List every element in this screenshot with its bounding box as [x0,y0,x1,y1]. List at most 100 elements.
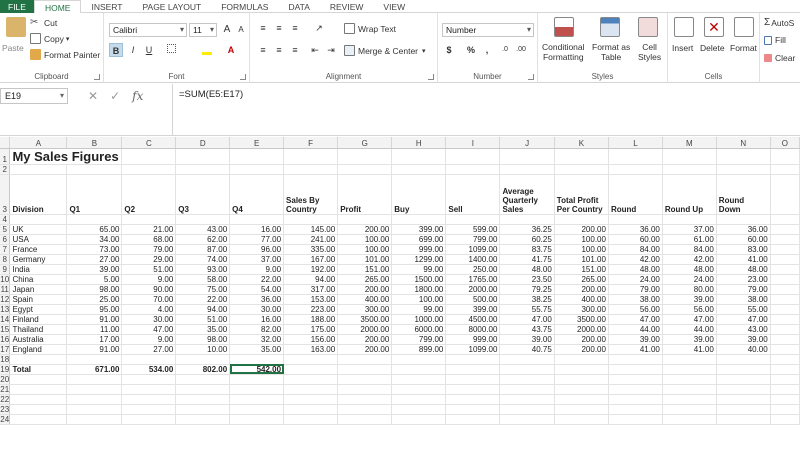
total-cell[interactable]: 802.00 [175,364,231,375]
cell[interactable] [554,394,609,405]
cell[interactable] [770,354,800,365]
cell[interactable] [770,304,800,315]
value-cell[interactable]: 100.00 [337,244,393,255]
clipboard-launcher-icon[interactable] [94,74,100,80]
value-cell[interactable]: 87.00 [175,244,231,255]
cell[interactable] [121,148,177,165]
division-cell[interactable]: Japan [9,284,68,295]
value-cell[interactable]: 90.00 [121,284,177,295]
value-cell[interactable]: 51.00 [175,314,231,325]
row-header[interactable]: 20 [0,374,11,385]
value-cell[interactable]: 265.00 [554,274,609,285]
tab-insert[interactable]: INSERT [81,0,132,13]
cell[interactable] [770,334,800,345]
column-header[interactable]: B [66,137,123,149]
column-heading[interactable]: Sales By Country [283,174,339,215]
cell[interactable] [499,404,555,415]
value-cell[interactable]: 599.00 [445,224,501,235]
cell[interactable] [121,374,177,385]
total-cell[interactable]: 671.00 [66,364,123,375]
value-cell[interactable]: 17.00 [66,334,123,345]
value-cell[interactable]: 77.00 [229,234,285,245]
row-header[interactable]: 13 [0,304,11,315]
column-header[interactable]: O [770,137,800,149]
cell[interactable] [554,364,609,375]
cell[interactable] [391,214,447,225]
cell[interactable] [554,164,609,175]
value-cell[interactable]: 39.00 [66,264,123,275]
cell[interactable] [391,404,447,415]
division-cell[interactable]: Thailand [9,324,68,335]
cell[interactable] [9,404,68,415]
row-header[interactable]: 21 [0,384,11,395]
value-cell[interactable]: 300.00 [337,304,393,315]
cell[interactable] [9,354,68,365]
shrink-font-button[interactable]: A [234,23,248,37]
column-heading[interactable]: Q1 [66,174,123,215]
font-launcher-icon[interactable] [240,74,246,80]
orientation-icon[interactable]: ↗ [312,21,326,35]
cell[interactable] [445,384,501,395]
column-header[interactable]: F [283,137,339,149]
cell[interactable] [770,234,800,245]
clear-button[interactable]: Clear [764,53,795,63]
value-cell[interactable]: 29.00 [121,254,177,265]
cell[interactable] [499,394,555,405]
column-heading[interactable]: Q4 [229,174,285,215]
value-cell[interactable]: 10.00 [175,344,231,355]
cell[interactable] [391,148,447,165]
cell[interactable] [662,214,717,225]
column-header[interactable]: H [391,137,447,149]
column-heading[interactable]: Q2 [121,174,177,215]
division-cell[interactable]: Egypt [9,304,68,315]
column-heading[interactable]: Round Down [716,174,771,215]
value-cell[interactable]: 99.00 [391,264,447,275]
value-cell[interactable]: 43.00 [716,324,771,335]
division-cell[interactable]: USA [9,234,68,245]
format-painter-button[interactable]: Format Painter [30,49,100,60]
fill-button[interactable]: Fill [764,35,786,45]
cell[interactable] [391,164,447,175]
row-header[interactable]: 12 [0,294,11,305]
value-cell[interactable]: 153.00 [283,294,339,305]
cell[interactable] [662,354,717,365]
value-cell[interactable]: 41.00 [716,254,771,265]
value-cell[interactable]: 16.00 [229,224,285,235]
cell[interactable] [770,384,800,395]
italic-button[interactable]: I [126,43,140,57]
value-cell[interactable]: 3500.00 [337,314,393,325]
value-cell[interactable]: 9.00 [229,264,285,275]
row-header[interactable]: 5 [0,224,11,235]
row-header[interactable]: 10 [0,274,11,285]
column-heading[interactable]: Round [608,174,663,215]
cut-button[interactable]: ✂ Cut [30,17,57,28]
cell-styles-button[interactable]: Cell Styles [638,42,661,62]
font-color-button[interactable]: A [224,43,238,57]
value-cell[interactable]: 36.00 [608,224,663,235]
cell[interactable] [445,148,501,165]
row-header[interactable]: 14 [0,314,11,325]
cell[interactable] [337,394,393,405]
value-cell[interactable]: 4500.00 [445,314,501,325]
cell[interactable] [175,148,231,165]
cell[interactable] [9,214,68,225]
value-cell[interactable]: 100.00 [554,244,609,255]
currency-button[interactable]: $ [442,43,456,57]
cell[interactable] [283,374,339,385]
cell[interactable] [499,374,555,385]
value-cell[interactable]: 1800.00 [391,284,447,295]
cell[interactable] [770,264,800,275]
value-cell[interactable]: 23.50 [499,274,555,285]
cell[interactable] [9,384,68,395]
value-cell[interactable]: 98.00 [175,334,231,345]
cell[interactable] [337,364,393,375]
value-cell[interactable]: 699.00 [391,234,447,245]
value-cell[interactable]: 91.00 [66,314,123,325]
autosum-button[interactable]: Σ AutoS [764,17,794,28]
row-header[interactable]: 3 [0,174,11,215]
value-cell[interactable]: 1400.00 [445,254,501,265]
division-cell[interactable]: Spain [9,294,68,305]
value-cell[interactable]: 30.00 [121,314,177,325]
number-format-combo[interactable]: Number [442,23,534,37]
division-cell[interactable]: India [9,264,68,275]
